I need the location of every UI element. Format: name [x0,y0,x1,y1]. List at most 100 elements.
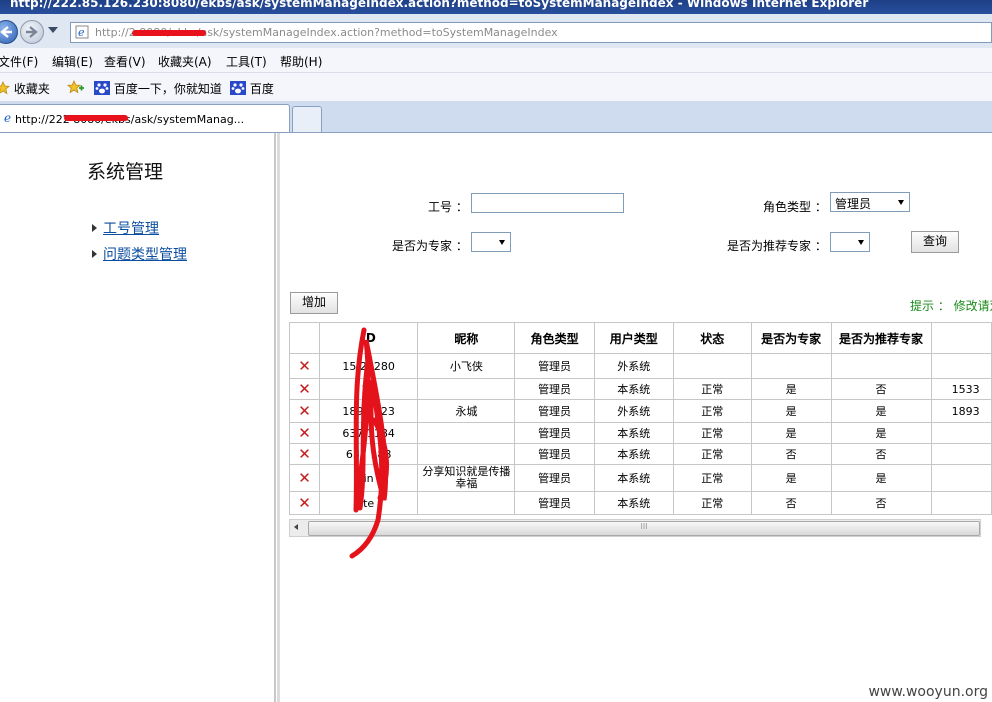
new-tab-button[interactable] [292,106,322,132]
table-cell: 永城 [417,399,516,423]
chevron-down-icon [898,200,904,205]
add-favorite-icon[interactable] [66,80,84,97]
delete-icon[interactable]: ✕ [298,469,311,487]
table-cell: 否 [750,491,832,515]
redaction-mark [132,30,206,36]
recent-pages-dropdown-icon[interactable] [48,27,58,33]
table-cell: 管理员 [514,491,595,515]
table-cell: 是 [830,464,932,492]
forward-button[interactable] [20,20,44,44]
star-icon [0,81,11,95]
delete-cell: ✕ [289,399,320,423]
table-cell: 本系统 [593,422,674,444]
tab-label: http://222 8080/ekbs/ask/systemManag... [15,113,245,126]
role-type-label: 角色类型 ： [763,200,827,214]
menu-help[interactable]: 帮助(H) [280,53,322,70]
role-type-value: 管理员 [835,197,872,211]
back-button[interactable] [0,20,18,44]
menu-favorites[interactable]: 收藏夹(A) [158,53,212,70]
scroll-left-arrow-icon[interactable] [294,524,298,530]
table-cell: 管理员 [514,422,595,444]
table-cell: 本系统 [593,464,674,492]
delete-icon[interactable]: ✕ [298,357,311,375]
delete-icon[interactable]: ✕ [298,445,311,463]
user-table: ID 昵称 角色类型 用户类型 状态 是否为专家 是否为推荐专家 ✕ 15 222… [289,322,992,515]
table-cell [417,422,516,444]
col-header-nickname: 昵称 [417,322,516,354]
delete-icon[interactable]: ✕ [298,380,311,398]
delete-icon[interactable]: ✕ [298,494,311,512]
table-cell: 否 [830,491,932,515]
col-header-extra [930,322,992,354]
is-recommended-expert-label: 是否为推荐专家 ： [727,239,827,253]
scrollbar-thumb[interactable]: III [308,521,980,536]
tab-active[interactable]: e http://222 8080/ekbs/ask/systemManag..… [0,104,290,132]
table-header-row: ID 昵称 角色类型 用户类型 状态 是否为专家 是否为推荐专家 [289,322,992,354]
fav-link-baidu-search[interactable]: 百度一下，你就知道 [94,80,222,97]
is-expert-select[interactable] [471,232,511,252]
table-row[interactable]: ✕ te 管理员 本系统 正常否否 [289,491,992,515]
table-cell: 1533 [930,378,992,400]
fav-link-label: 百度一下，你就知道 [113,82,222,96]
table-cell: 正常 [672,443,752,465]
table-cell: 正常 [672,464,752,492]
sidebar-item-id-management[interactable]: 工号管理 [92,218,159,238]
table-cell: 本系统 [593,491,674,515]
sidebar-item-label: 工号管理 [103,221,159,237]
is-expert-label: 是否为专家 ： [392,239,468,253]
table-row[interactable]: ✕ 189 8123 永城 管理员 外系统 正常是是 1893 [289,399,992,423]
table-cell: 正常 [672,422,752,444]
table-cell [930,464,992,492]
favorites-bar: 收藏夹 百度一下，你就知道 百度 [0,73,992,102]
id-input[interactable] [471,193,624,213]
frame-divider[interactable] [277,133,280,702]
table-row[interactable]: ✕ 637 188 管理员 本系统 正常否否 [289,443,992,465]
address-input[interactable]: e http://2 8080/ekbs/ask/systemManageInd… [70,22,992,43]
table-row[interactable]: ✕ in 分享知识就是传播幸福 管理员 本系统 正常是是 [289,464,992,492]
table-cell: 否 [830,443,932,465]
menu-tools[interactable]: 工具(T) [226,53,267,70]
delete-cell: ✕ [289,491,320,515]
delete-icon[interactable]: ✕ [298,424,311,442]
horizontal-scrollbar[interactable]: III [289,519,981,537]
fav-link-baidu[interactable]: 百度 [230,80,274,97]
favorites-label: 收藏夹 [13,82,50,96]
col-header-is-expert: 是否为专家 [750,322,832,354]
table-cell: 637 1184 [318,422,419,444]
table-cell: 637 188 [318,443,419,465]
window-title: http://222.85.126.230:8080/ekbs/ask/syst… [10,0,869,10]
table-cell: te [318,491,419,515]
menu-edit[interactable]: 编辑(E) [52,53,93,70]
table-row[interactable]: ✕ 23 管理员 本系统 正常是否 1533 [289,378,992,400]
table-cell: 是 [830,422,932,444]
role-type-select[interactable]: 管理员 [830,192,910,212]
main-content: 工号 ： 角色类型 ： 管理员 是否为专家 ： 是否为推荐专家 ： 查询 增加 … [281,133,992,702]
col-header-role-type: 角色类型 [514,322,595,354]
table-cell: 是 [830,399,932,423]
chevron-down-icon [858,240,864,245]
table-cell [417,378,516,400]
delete-icon[interactable]: ✕ [298,402,311,420]
is-recommended-expert-select[interactable] [830,232,870,252]
menu-view[interactable]: 查看(V) [104,53,146,70]
table-cell [750,353,832,379]
table-cell [830,353,932,379]
menu-file[interactable]: 文件(F) [0,53,38,70]
favorites-button[interactable]: 收藏夹 [0,80,50,97]
table-cell [417,491,516,515]
table-cell: 管理员 [514,464,595,492]
table-cell: 15 22280 [318,353,419,379]
table-row[interactable]: ✕ 637 1184 管理员 本系统 正常是是 [289,422,992,444]
col-header-delete [289,322,320,354]
fav-link-label: 百度 [249,82,274,96]
table-cell [417,443,516,465]
add-button[interactable]: 增加 [290,292,338,314]
query-button[interactable]: 查询 [911,231,959,253]
table-cell: in [318,464,419,492]
sidebar-item-question-type-management[interactable]: 问题类型管理 [92,244,187,264]
chevron-down-icon [499,240,505,245]
table-row[interactable]: ✕ 15 22280 小飞侠 管理员 外系统 [289,353,992,379]
table-cell: 是 [750,422,832,444]
table-cell: 否 [830,378,932,400]
hint-text: 提示 ： 修改请双 [910,299,992,313]
